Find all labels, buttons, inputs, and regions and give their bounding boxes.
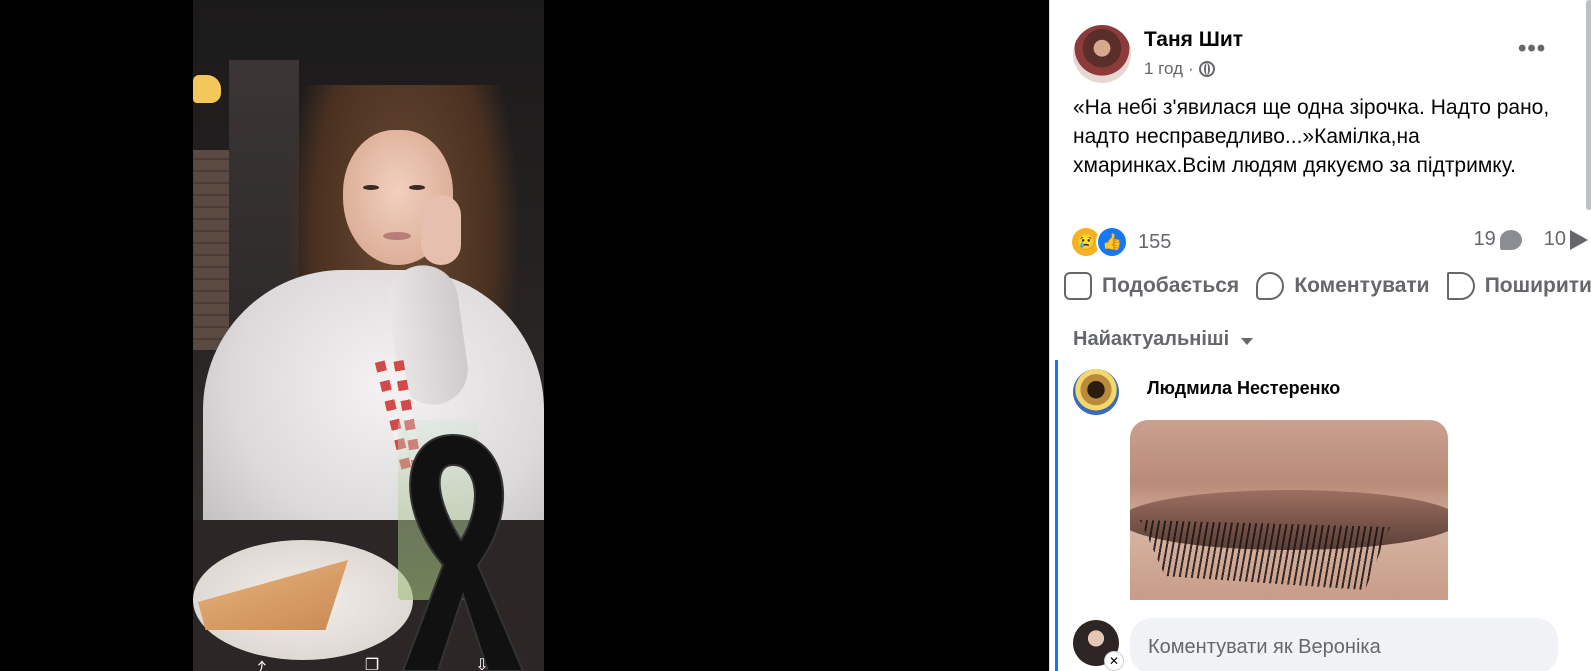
comment-input[interactable]: Коментувати як Вероніка [1130,618,1558,671]
comment-sort-dropdown[interactable]: Найактуальніші [1073,328,1254,351]
chevron-down-icon [1241,338,1254,345]
post-author[interactable]: Таня Шит [1144,28,1243,52]
comment-count: 19 [1473,228,1496,250]
like-icon [1064,272,1092,300]
sort-label: Найактуальніші [1073,328,1230,350]
comment-image[interactable] [1130,420,1448,600]
share-count: 10 [1543,228,1566,250]
comment-author[interactable]: Людмила Нестеренко [1147,378,1340,399]
post-photo[interactable]: ⤴ ❐ ⇩ [193,0,544,671]
comment-avatar[interactable] [1073,369,1119,415]
mourning-ribbon-icon [401,433,525,671]
share-image-icon[interactable]: ⤴ [247,655,269,671]
scrollbar[interactable] [1586,0,1591,210]
comment-icon [1499,229,1522,250]
reaction-count: 155 [1138,230,1172,253]
meta-separator: · [1188,59,1194,78]
post-time[interactable]: 1 год [1144,59,1183,79]
share-label: Поширити [1484,274,1591,297]
post-meta: 1 год · [1144,59,1215,79]
copy-image-icon[interactable]: ❐ [361,655,383,671]
comment-label: Коментувати [1294,274,1430,297]
like-button[interactable]: Подобається [1064,272,1239,300]
post-panel: Таня Шит 1 год · ••• «На небі з'явилася … [1049,0,1591,671]
reaction-summary[interactable]: 😢 👍 155 [1070,226,1171,258]
download-icon[interactable]: ⇩ [471,655,493,671]
comment-count-button[interactable]: 19 [1474,228,1522,251]
share-icon [1570,229,1588,250]
share-icon [1446,272,1475,300]
close-icon[interactable]: ✕ [1104,651,1124,671]
globe-icon [1198,61,1215,77]
comment-thread-line [1055,360,1058,671]
like-reaction-icon: 👍 [1096,226,1128,258]
avatar[interactable] [1073,25,1131,83]
photo-viewer: ⤴ ❐ ⇩ [0,0,1048,671]
share-count-button[interactable]: 10 [1544,228,1588,251]
post-actions: Подобається Коментувати Поширити [1064,272,1591,300]
comment-icon [1256,272,1285,300]
post-text: «На небі з'явилася ще одна зірочка. Надт… [1073,96,1550,177]
more-icon[interactable]: ••• [1518,35,1546,63]
like-label: Подобається [1102,274,1240,297]
engagement-counts: 19 10 [1474,228,1588,251]
comment-button[interactable]: Коментувати [1256,272,1430,300]
share-button[interactable]: Поширити [1446,272,1591,300]
